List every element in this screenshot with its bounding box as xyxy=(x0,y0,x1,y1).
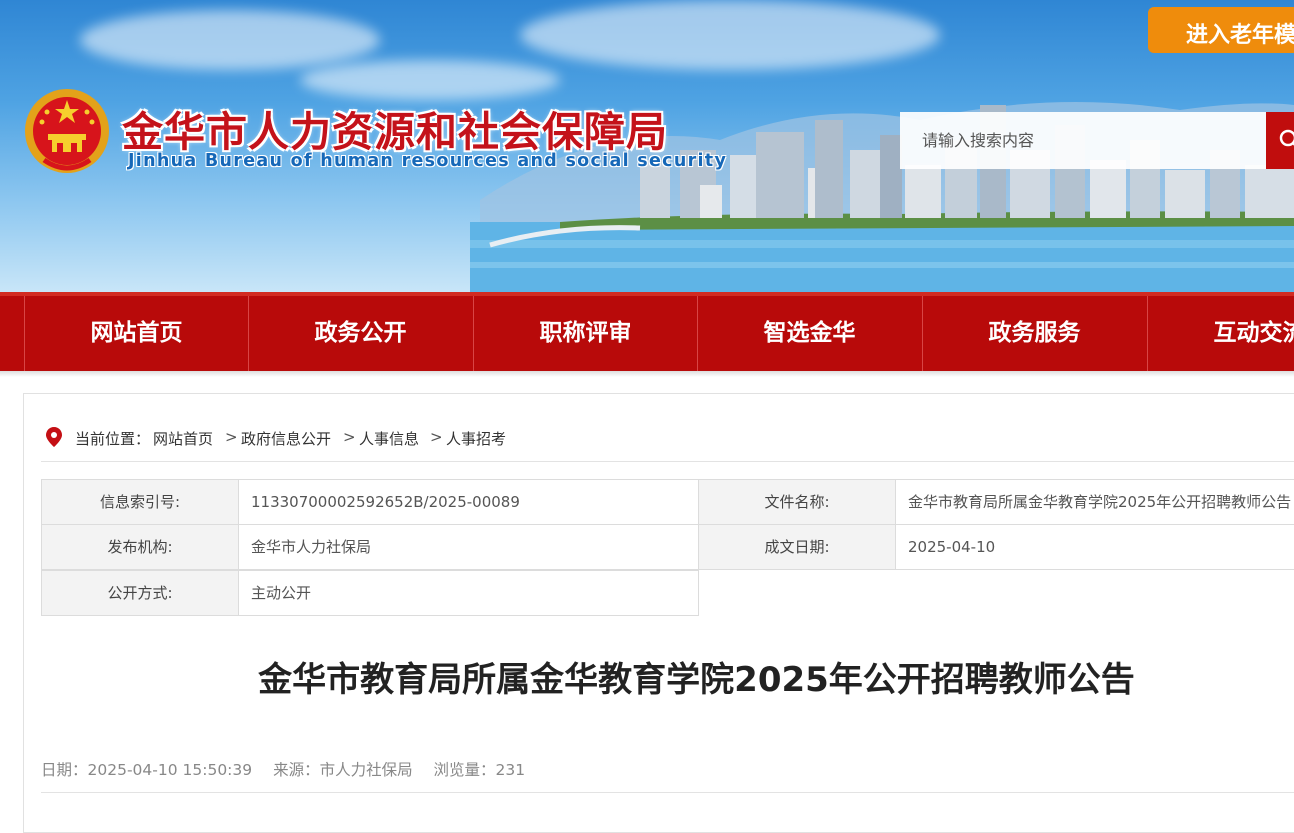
nav-item-home[interactable]: 网站首页 xyxy=(24,296,248,371)
main-nav: 网站首页 政务公开 职称评审 智选金华 政务服务 互动交流 xyxy=(0,296,1294,371)
breadcrumb-home[interactable]: 网站首页 xyxy=(153,428,213,449)
location-pin-icon xyxy=(46,427,62,447)
article-date: 日期：2025-04-10 15:50:39 xyxy=(41,761,253,779)
file-name-value: 金华市教育局所属金华教育学院2025年公开招聘教师公告 xyxy=(895,479,1294,525)
national-emblem-icon xyxy=(25,89,109,173)
meta-divider xyxy=(41,792,1294,793)
search-button[interactable] xyxy=(1266,112,1294,169)
breadcrumb-divider xyxy=(41,461,1294,462)
header-banner: 金华市人力资源和社会保障局 Jinhua Bureau of human res… xyxy=(0,0,1294,293)
site-title: 金华市人力资源和社会保障局 xyxy=(122,108,668,156)
nav-item-interaction[interactable]: 互动交流 xyxy=(1147,296,1294,371)
date-label: 成文日期: xyxy=(698,524,896,570)
nav-item-gov-affairs[interactable]: 政务公开 xyxy=(248,296,472,371)
breadcrumb-recruitment[interactable]: 人事招考 xyxy=(446,428,506,449)
content-panel: 当前位置： 网站首页 > 政府信息公开 > 人事信息 > 人事招考 信息索引号:… xyxy=(23,393,1294,833)
article-source: 来源：市人力社保局 xyxy=(273,761,413,779)
site-subtitle: Jinhua Bureau of human resources and soc… xyxy=(128,151,728,171)
breadcrumb-label: 当前位置： xyxy=(75,430,151,448)
article-meta: 日期：2025-04-10 15:50:39 来源：市人力社保局 浏览量：231 xyxy=(41,758,541,780)
index-value: 11330700002592652B/2025-00089 xyxy=(238,479,699,525)
breadcrumb-separator: > xyxy=(225,428,238,446)
publisher-value: 金华市人力社保局 xyxy=(238,524,699,570)
breadcrumb-personnel-info[interactable]: 人事信息 xyxy=(359,428,419,449)
article-title: 金华市教育局所属金华教育学院2025年公开招聘教师公告 xyxy=(258,660,1135,700)
article-views: 浏览量：231 xyxy=(433,761,526,779)
method-value: 主动公开 xyxy=(238,570,699,616)
publisher-label: 发布机构: xyxy=(41,524,239,570)
search-input[interactable] xyxy=(900,112,1266,169)
search-icon xyxy=(1279,129,1294,147)
file-name-label: 文件名称: xyxy=(698,479,896,525)
nav-shadow xyxy=(0,371,1294,377)
index-label: 信息索引号: xyxy=(41,479,239,525)
nav-item-title-review[interactable]: 职称评审 xyxy=(473,296,697,371)
elder-mode-button[interactable]: 进入老年模式 xyxy=(1148,7,1294,53)
breadcrumb-separator: > xyxy=(430,428,443,446)
method-label: 公开方式: xyxy=(41,570,239,616)
date-value: 2025-04-10 xyxy=(895,524,1294,570)
nav-item-gov-services[interactable]: 政务服务 xyxy=(922,296,1146,371)
breadcrumb-gov-info[interactable]: 政府信息公开 xyxy=(241,428,331,449)
nav-item-choose-jinhua[interactable]: 智选金华 xyxy=(697,296,921,371)
breadcrumb-separator: > xyxy=(343,428,356,446)
breadcrumb: 当前位置： 网站首页 > 政府信息公开 > 人事信息 > 人事招考 xyxy=(41,424,1294,454)
